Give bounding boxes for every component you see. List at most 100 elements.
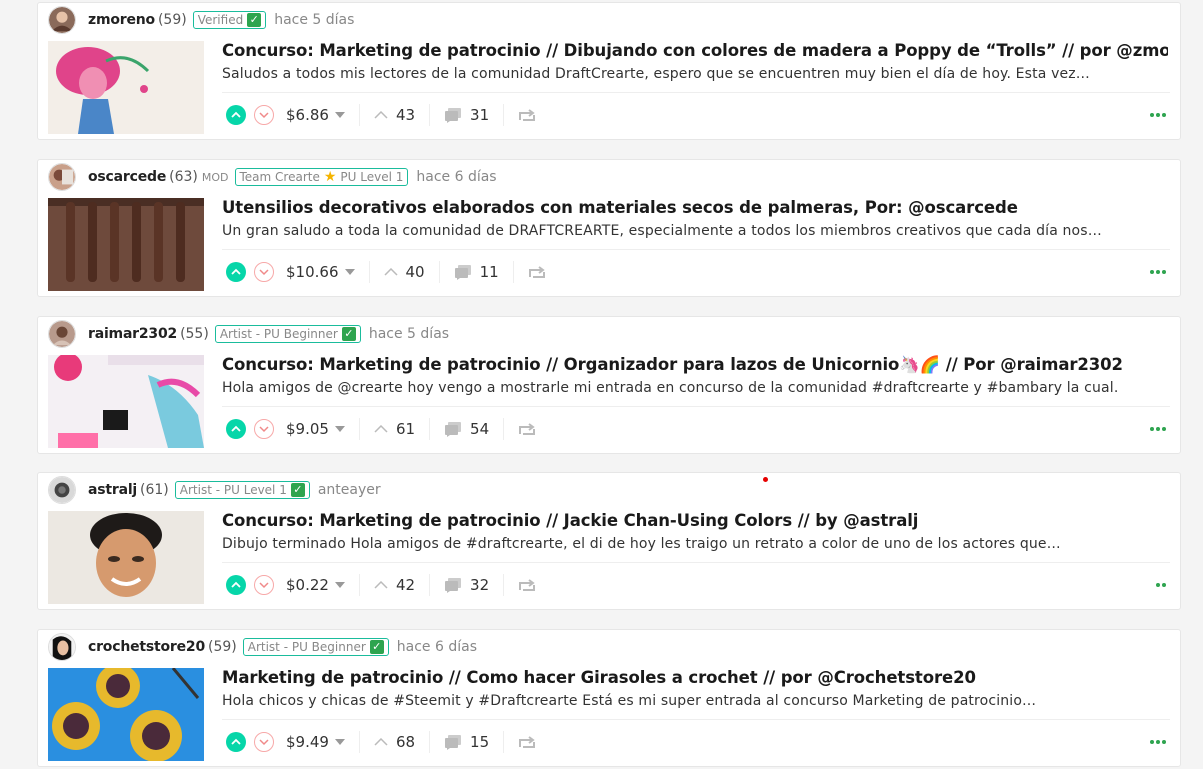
vote-count-value: 68 (395, 733, 416, 751)
post-title[interactable]: Marketing de patrocinio // Como hacer Gi… (222, 668, 1168, 687)
reblog-icon[interactable] (518, 735, 536, 749)
payout-dropdown[interactable]: $9.05 (286, 420, 345, 438)
divider (358, 731, 360, 753)
divider (358, 418, 360, 440)
chevron-down-circle-icon[interactable] (254, 732, 274, 752)
comment-count[interactable]: 31 (444, 106, 489, 124)
chevron-up-circle-icon[interactable] (226, 732, 246, 752)
caret-up-icon (374, 111, 388, 119)
chevron-down-circle-icon[interactable] (254, 262, 274, 282)
author-name[interactable]: oscarcede (88, 169, 166, 185)
post-time[interactable]: hace 6 días (416, 169, 496, 185)
divider (503, 418, 505, 440)
ellipsis-icon[interactable] (1152, 579, 1170, 591)
chevron-up-circle-icon[interactable] (226, 575, 246, 595)
divider (368, 261, 370, 283)
post-time[interactable]: hace 6 días (397, 639, 477, 655)
comment-count[interactable]: 54 (444, 420, 489, 438)
vote-count-value: 42 (395, 576, 416, 594)
divider (222, 249, 1170, 250)
post-time[interactable]: anteayer (318, 482, 381, 498)
ellipsis-icon[interactable] (1146, 736, 1170, 748)
avatar[interactable] (48, 476, 76, 504)
post-time[interactable]: hace 5 días (369, 326, 449, 342)
reblog-icon[interactable] (518, 108, 536, 122)
post-excerpt[interactable]: Dibujo terminado Hola amigos de #draftcr… (222, 536, 1120, 552)
divider (429, 104, 431, 126)
post-title[interactable]: Concurso: Marketing de patrocinio // Org… (222, 355, 1168, 375)
ellipsis-icon[interactable] (1146, 109, 1170, 121)
chevron-down-circle-icon[interactable] (254, 105, 274, 125)
ellipsis-icon[interactable] (1146, 266, 1170, 278)
comment-count[interactable]: 11 (454, 263, 499, 281)
post-card: crochetstore20 (59) Artist - PU Beginner… (37, 629, 1181, 767)
avatar[interactable] (48, 6, 76, 34)
author-badge: Team Crearte ★ PU Level 1 (234, 168, 409, 186)
post-header: oscarcede (63) MOD Team Crearte ★ PU Lev… (48, 160, 1170, 194)
post-title[interactable]: Concurso: Marketing de patrocinio // Jac… (222, 511, 1168, 530)
reblog-icon[interactable] (518, 578, 536, 592)
post-thumbnail[interactable] (48, 355, 204, 448)
avatar[interactable] (48, 163, 76, 191)
badge-label: Artist - PU Beginner (247, 640, 366, 654)
mod-label: MOD (201, 170, 229, 184)
divider (222, 562, 1170, 563)
post-excerpt[interactable]: Saludos a todos mis lectores de la comun… (222, 66, 1120, 82)
comment-count[interactable]: 32 (444, 576, 489, 594)
post-time[interactable]: hace 5 días (274, 12, 354, 28)
comment-count[interactable]: 15 (444, 733, 489, 751)
caret-up-icon (374, 738, 388, 746)
divider (429, 731, 431, 753)
ellipsis-icon[interactable] (1146, 423, 1170, 435)
post-excerpt[interactable]: Hola chicos y chicas de #Steemit y #Draf… (222, 693, 1120, 709)
post-thumbnail[interactable] (48, 41, 204, 134)
post-header: raimar2302 (55) Artist - PU Beginner ✓ h… (48, 317, 1170, 351)
post-feed: zmoreno (59) Verified ✓ hace 5 días Conc… (0, 0, 1203, 769)
comment-count-value: 32 (470, 576, 490, 594)
payout-dropdown[interactable]: $9.49 (286, 733, 345, 751)
caret-down-icon (334, 739, 345, 745)
reblog-icon[interactable] (518, 422, 536, 436)
author-name[interactable]: zmoreno (88, 12, 155, 28)
chevron-up-circle-icon[interactable] (226, 262, 246, 282)
post-title[interactable]: Concurso: Marketing de patrocinio // Dib… (222, 41, 1168, 60)
badge-label: Artist - PU Beginner (219, 327, 338, 341)
chevron-up-circle-icon[interactable] (226, 419, 246, 439)
payout-value: $6.86 (286, 106, 329, 124)
post-thumbnail[interactable] (48, 198, 204, 291)
author-name[interactable]: raimar2302 (88, 326, 177, 342)
divider (222, 92, 1170, 93)
payout-value: $9.49 (286, 733, 329, 751)
payout-dropdown[interactable]: $10.66 (286, 263, 355, 281)
avatar[interactable] (48, 320, 76, 348)
author-name[interactable]: crochetstore20 (88, 639, 205, 655)
payout-dropdown[interactable]: $6.86 (286, 106, 345, 124)
avatar[interactable] (48, 633, 76, 661)
vote-count[interactable]: 61 (374, 420, 415, 438)
vote-count[interactable]: 68 (374, 733, 415, 751)
vote-count[interactable]: 40 (383, 263, 425, 281)
post-excerpt[interactable]: Hola amigos de @crearte hoy vengo a most… (222, 380, 1120, 396)
chevron-up-circle-icon[interactable] (226, 105, 246, 125)
post-excerpt[interactable]: Un gran saludo a toda la comunidad de DR… (222, 223, 1120, 239)
post-title[interactable]: Utensilios decorativos elaborados con ma… (222, 198, 1168, 217)
post-thumbnail[interactable] (48, 668, 204, 761)
post-thumbnail[interactable] (48, 511, 204, 604)
vote-count[interactable]: 43 (374, 106, 415, 124)
chevron-down-circle-icon[interactable] (254, 419, 274, 439)
payout-dropdown[interactable]: $0.22 (286, 576, 345, 594)
payout-value: $10.66 (286, 263, 339, 281)
comment-count-value: 54 (470, 420, 490, 438)
reblog-icon[interactable] (528, 265, 546, 279)
author-badge: Artist - PU Beginner ✓ (214, 325, 361, 343)
author-badge: Verified ✓ (192, 11, 267, 29)
post-footer: $9.05 61 54 (222, 410, 1170, 448)
chevron-down-circle-icon[interactable] (254, 575, 274, 595)
comment-bubble-icon (445, 578, 462, 593)
badge-label: Verified (197, 13, 244, 27)
vote-count[interactable]: 42 (374, 576, 415, 594)
post-card: raimar2302 (55) Artist - PU Beginner ✓ h… (37, 316, 1181, 454)
author-name[interactable]: astralj (88, 482, 137, 498)
comment-count-value: 11 (479, 263, 499, 281)
caret-up-icon (374, 581, 388, 589)
